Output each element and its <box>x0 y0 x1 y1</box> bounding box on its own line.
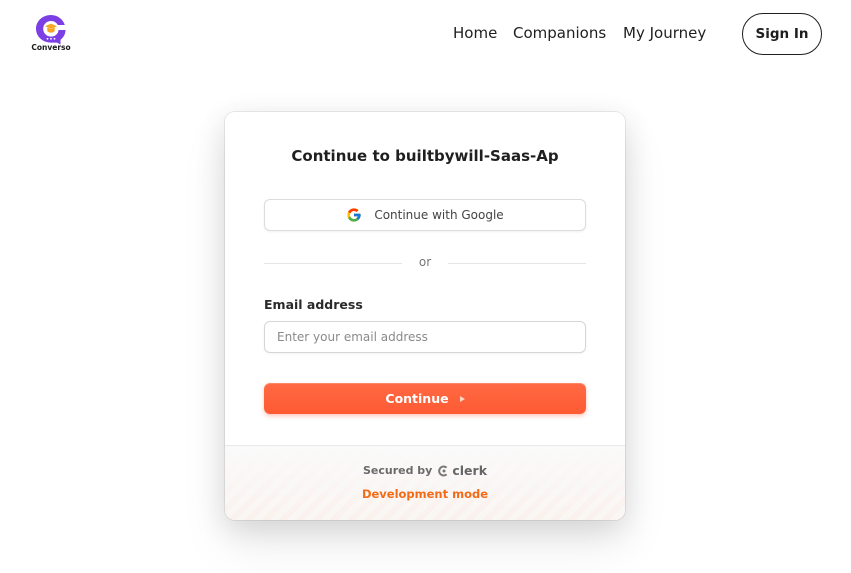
divider-line-right <box>448 263 586 264</box>
top-navbar: Converso Home Companions My Journey Sign… <box>0 0 851 68</box>
logo-text: Converso <box>31 43 71 52</box>
clerk-icon <box>438 465 448 476</box>
google-icon <box>347 208 361 222</box>
email-input[interactable] <box>264 321 586 353</box>
development-mode-label: Development mode <box>361 487 489 501</box>
nav-link-companions[interactable]: Companions <box>513 24 606 42</box>
clerk-name: clerk <box>452 463 488 478</box>
continue-button[interactable]: Continue <box>264 383 586 414</box>
graduation-cap-chat-icon <box>36 15 66 45</box>
nav-link-my-journey[interactable]: My Journey <box>623 24 706 42</box>
secured-by-row: Secured by clerk <box>225 463 625 478</box>
or-divider: or <box>264 255 586 271</box>
sign-in-button[interactable]: Sign In <box>742 13 822 55</box>
sign-in-card-body: Continue to builtbywill-Saas-Ap Continue… <box>225 112 625 446</box>
secured-by-text: Secured by <box>362 464 433 477</box>
clerk-logo[interactable]: clerk <box>438 463 487 478</box>
card-title: Continue to builtbywill-Saas-Ap <box>291 147 559 165</box>
divider-text: or <box>418 255 432 269</box>
converso-logo[interactable]: Converso <box>30 13 72 55</box>
continue-with-google-button[interactable]: Continue with Google <box>264 199 586 231</box>
play-arrow-icon <box>459 395 465 402</box>
continue-button-label: Continue <box>385 391 449 406</box>
email-label: Email address <box>264 297 363 312</box>
card-footer: Secured by clerk Development mode <box>225 446 625 520</box>
google-button-label: Continue with Google <box>374 208 504 222</box>
nav-link-home[interactable]: Home <box>453 24 497 42</box>
sign-in-card: Continue to builtbywill-Saas-Ap Continue… <box>225 112 625 520</box>
